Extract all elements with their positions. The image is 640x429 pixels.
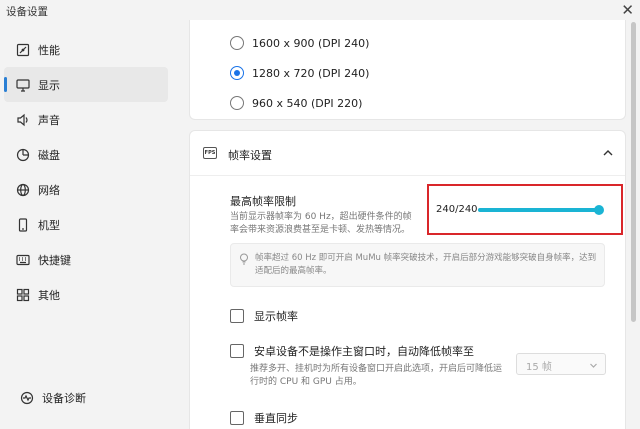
framerate-slider-handle[interactable] (594, 205, 604, 215)
resolution-option-960[interactable]: 960 x 540 (DPI 220) (230, 96, 362, 110)
sidebar-item-label: 声音 (38, 113, 60, 127)
globe-icon (16, 183, 30, 197)
sidebar-item-model[interactable]: 机型 (4, 207, 168, 242)
sidebar-item-label: 快捷键 (38, 253, 71, 267)
select-value: 15 帧 (526, 362, 552, 373)
checkbox[interactable] (230, 411, 244, 425)
tip-text: 帧率超过 60 Hz 即可开启 MuMu 帧率突破技术，开启后部分游戏能够突破自… (255, 253, 597, 276)
sidebar-item-disk[interactable]: 磁盘 (4, 137, 168, 172)
max-framerate-description: 当前显示器帧率为 60 Hz，超出硬件条件的帧率会带来资源浪费甚至是卡顿、发热等… (230, 212, 412, 235)
fps-icon: FPS (203, 147, 217, 159)
sidebar-item-other[interactable]: 其他 (4, 277, 168, 312)
show-fps-option[interactable]: 显示帧率 (230, 308, 298, 324)
radio-label: 1600 x 900 (DPI 240) (252, 36, 370, 50)
grid-icon (16, 288, 30, 302)
checkbox-label: 安卓设备不是操作主窗口时，自动降低帧率至 (254, 345, 474, 358)
sidebar-item-label: 其他 (38, 288, 60, 302)
lightbulb-icon (239, 253, 249, 265)
checkbox-label: 显示帧率 (254, 310, 298, 323)
section-title: 帧率设置 (228, 149, 272, 162)
framerate-slider-track[interactable] (478, 208, 599, 212)
max-framerate-title: 最高帧率限制 (230, 195, 296, 208)
window-title: 设备设置 (6, 6, 48, 18)
speaker-icon (16, 113, 30, 127)
sidebar-item-label: 显示 (38, 78, 60, 92)
sidebar-item-label: 性能 (38, 43, 60, 57)
sidebar-item-shortcuts[interactable]: 快捷键 (4, 242, 168, 277)
sidebar-item-sound[interactable]: 声音 (4, 102, 168, 137)
framerate-tip: 帧率超过 60 Hz 即可开启 MuMu 帧率突破技术，开启后部分游戏能够突破自… (230, 243, 605, 287)
framerate-slider-highlight: 240/240 (427, 184, 623, 235)
chevron-up-icon[interactable] (601, 146, 615, 160)
device-diagnostics-button[interactable]: 设备诊断 (8, 380, 172, 415)
diagnostics-icon (20, 391, 34, 405)
sidebar-item-label: 机型 (38, 218, 60, 232)
scrollbar[interactable] (631, 22, 636, 322)
resolution-option-1600[interactable]: 1600 x 900 (DPI 240) (230, 36, 369, 50)
radio-button[interactable] (230, 36, 244, 50)
radio-button[interactable] (230, 96, 244, 110)
speedometer-icon (16, 43, 30, 57)
resolution-panel: 1600 x 900 (DPI 240) 1280 x 720 (DPI 240… (189, 20, 626, 120)
sidebar-item-network[interactable]: 网络 (4, 172, 168, 207)
sidebar-item-label: 磁盘 (38, 148, 60, 162)
resolution-option-1280[interactable]: 1280 x 720 (DPI 240) (230, 66, 369, 80)
chevron-down-icon (589, 360, 598, 369)
framerate-settings-card: FPS 帧率设置 最高帧率限制 当前显示器帧率为 60 Hz，超出硬件条件的帧率… (189, 130, 626, 429)
background-reduce-description: 推荐多开、挂机时为所有设备窗口开启此选项，开启后可降低运行时的 CPU 和 GP… (250, 364, 503, 387)
checkbox[interactable] (230, 344, 244, 358)
sidebar-item-label: 设备诊断 (42, 391, 86, 405)
vsync-option[interactable]: 垂直同步 (230, 410, 298, 426)
monitor-icon (16, 78, 30, 92)
background-reduce-option[interactable]: 安卓设备不是操作主窗口时，自动降低帧率至 (230, 343, 474, 359)
sidebar-item-label: 网络 (38, 183, 60, 197)
reduced-framerate-select[interactable]: 15 帧 (516, 353, 606, 375)
sidebar-item-performance[interactable]: 性能 (4, 32, 168, 67)
title-bar: 设备设置 ✕ (0, 0, 640, 22)
checkbox-label: 垂直同步 (254, 412, 298, 425)
phone-icon (16, 217, 30, 232)
sidebar-item-display[interactable]: 显示 (4, 67, 168, 102)
disk-icon (16, 148, 30, 162)
radio-label: 1280 x 720 (DPI 240) (252, 66, 370, 80)
sidebar: 性能 显示 声音 磁盘 网络 机型 快捷键 其他 (0, 32, 172, 312)
checkbox[interactable] (230, 309, 244, 323)
keyboard-icon (16, 253, 30, 267)
radio-button-selected[interactable] (230, 66, 244, 80)
slider-value: 240/240 (436, 204, 478, 215)
framerate-header[interactable]: FPS 帧率设置 (190, 131, 625, 176)
radio-label: 960 x 540 (DPI 220) (252, 96, 363, 110)
close-icon[interactable]: ✕ (621, 1, 634, 19)
